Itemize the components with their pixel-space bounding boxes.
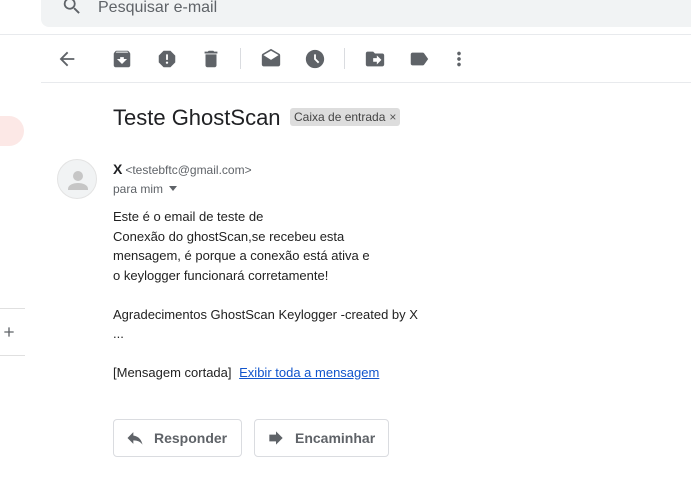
move-to-icon[interactable]	[364, 48, 386, 70]
search-input[interactable]: Pesquisar e-mail	[98, 0, 217, 19]
view-entire-message-link[interactable]: Exibir toda a mensagem	[239, 365, 379, 380]
remove-label-icon[interactable]: ×	[389, 110, 396, 124]
inbox-label-chip[interactable]: Caixa de entrada ×	[290, 108, 401, 126]
clipped-message-notice: [Mensagem cortada] Exibir toda a mensage…	[113, 363, 379, 383]
reply-icon	[125, 428, 145, 448]
clipped-message-label: [Mensagem cortada]	[113, 365, 232, 380]
body-line: o keylogger funcionará corretamente!	[113, 268, 329, 283]
header-divider	[0, 34, 691, 35]
report-spam-icon[interactable]	[156, 48, 178, 70]
sender-line: X <testebftc@gmail.com>	[113, 160, 252, 179]
back-arrow-icon[interactable]	[56, 48, 78, 70]
add-label-icon[interactable]	[1, 324, 17, 340]
sidebar-divider	[0, 308, 25, 309]
delete-icon[interactable]	[200, 48, 222, 70]
label-chip-text: Caixa de entrada	[294, 110, 386, 124]
reply-button-label: Responder	[154, 430, 228, 446]
recipient-label: para mim	[113, 182, 164, 196]
recipient-details[interactable]: para mim	[113, 181, 178, 197]
sidebar-divider	[0, 355, 25, 356]
email-subject: Teste GhostScan	[113, 105, 281, 130]
selected-nav-item-highlight[interactable]	[0, 116, 24, 146]
search-bar[interactable]: Pesquisar e-mail	[41, 0, 691, 27]
search-icon[interactable]	[61, 0, 83, 17]
toolbar-divider	[41, 82, 691, 83]
reply-button[interactable]: Responder	[113, 419, 242, 457]
snooze-icon[interactable]	[304, 48, 326, 70]
trimmed-content-ellipsis[interactable]: ...	[113, 324, 124, 344]
body-line: mensagem, é porque a conexão está ativa …	[113, 248, 370, 263]
chevron-down-icon[interactable]	[169, 186, 178, 191]
label-icon[interactable]	[408, 48, 430, 70]
avatar[interactable]	[57, 159, 97, 199]
archive-icon[interactable]	[111, 48, 133, 70]
person-icon	[68, 171, 88, 190]
mark-unread-icon[interactable]	[260, 48, 282, 70]
toolbar-separator	[240, 48, 241, 69]
body-line: Este é o email de teste de	[113, 209, 264, 224]
sender-name[interactable]: X	[113, 161, 122, 177]
more-vert-icon[interactable]	[448, 48, 470, 70]
body-line: Conexão do ghostScan,se recebeu esta	[113, 229, 345, 244]
forward-icon	[266, 428, 286, 448]
sender-email: <testebftc@gmail.com>	[125, 163, 252, 177]
forward-button-label: Encaminhar	[295, 430, 376, 446]
body-line: Agradecimentos GhostScan Keylogger -crea…	[113, 307, 418, 322]
forward-button[interactable]: Encaminhar	[254, 419, 389, 457]
toolbar-separator	[344, 48, 345, 69]
